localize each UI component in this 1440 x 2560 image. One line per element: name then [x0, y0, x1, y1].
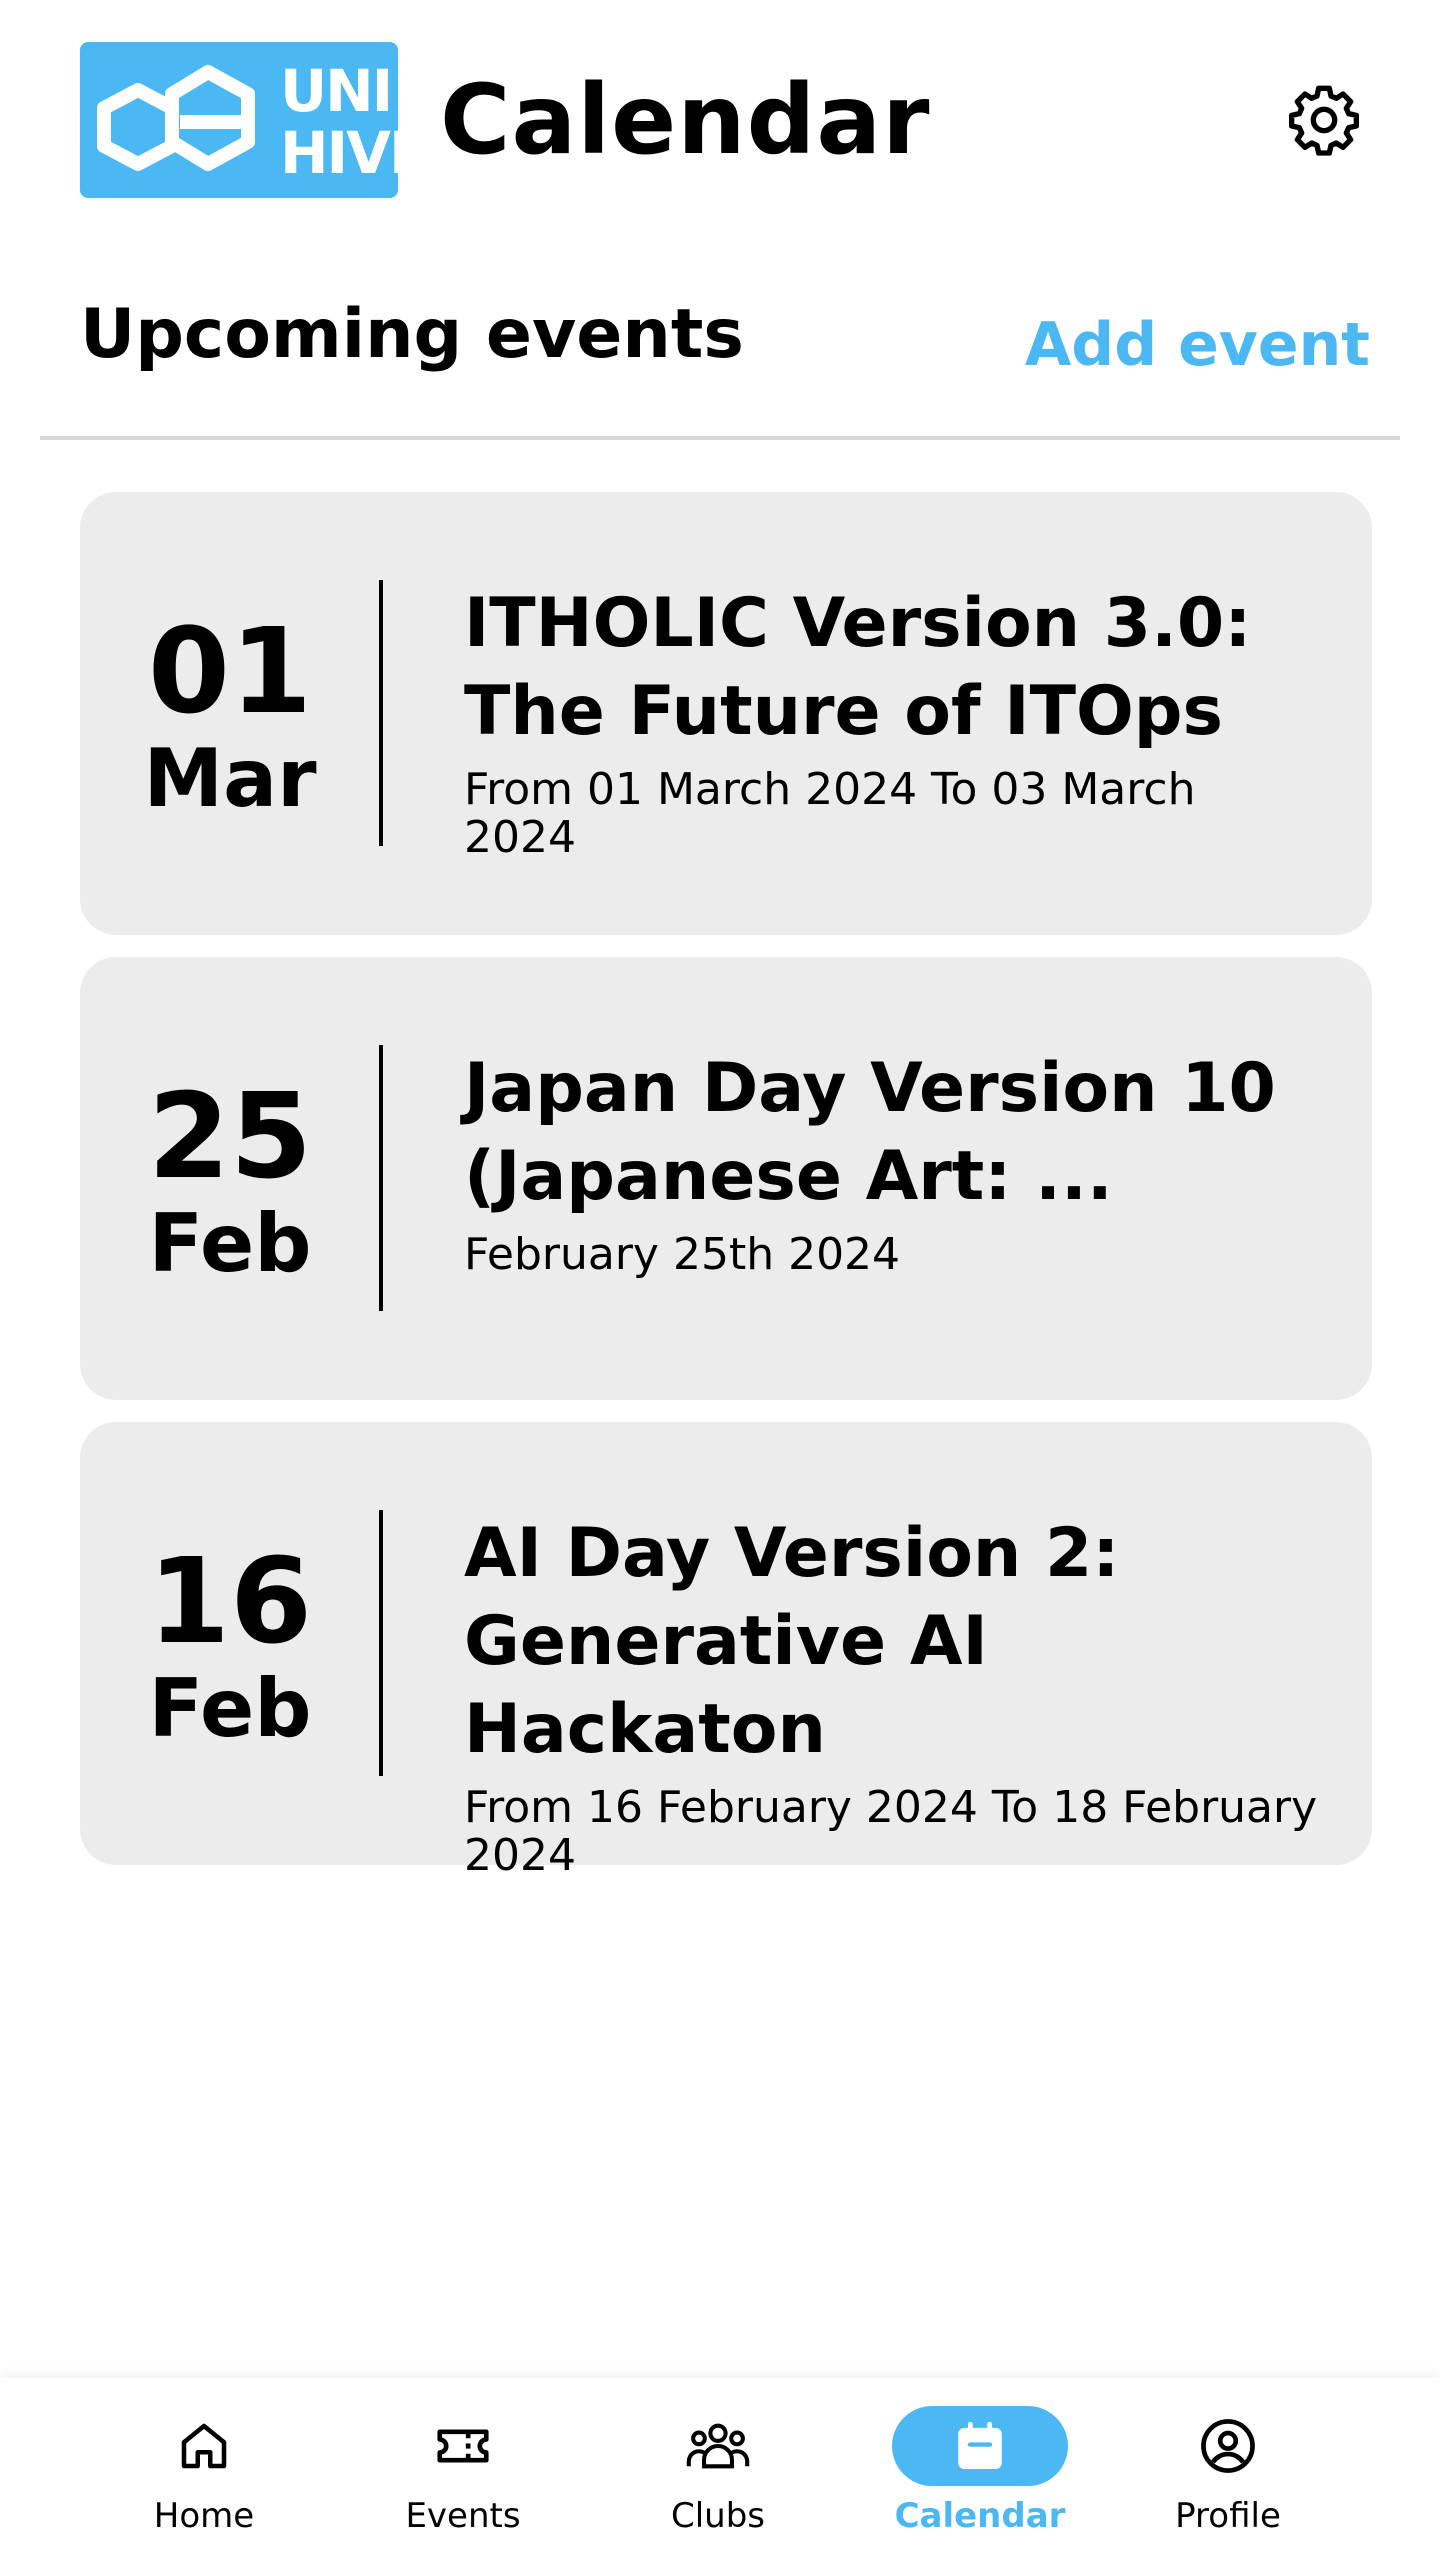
event-card[interactable]: 16 Feb AI Day Version 2: Generative AI H… — [80, 1422, 1372, 1880]
logo-text-line1: UNI — [280, 57, 393, 125]
calendar-page: UNI HIVE Calendar Upcoming events Add ev… — [0, 0, 1440, 2560]
nav-label-profile: Profile — [1175, 2496, 1281, 2536]
logo-text-line2: HIVE — [280, 119, 398, 187]
hexagon-logo-icon — [97, 65, 255, 171]
bottom-nav: Home Events Clubs Calendar Profile — [0, 2378, 1440, 2560]
event-card[interactable]: 01 Mar ITHOLIC Version 3.0: The Future o… — [80, 492, 1372, 935]
event-month: Feb — [148, 1196, 312, 1290]
profile-icon — [1201, 2419, 1255, 2473]
nav-item-clubs[interactable]: Clubs — [598, 2378, 838, 2560]
nav-icon-wrap — [375, 2406, 551, 2486]
nav-label-home: Home — [153, 2496, 255, 2536]
page-title: Calendar — [440, 64, 931, 176]
section-title: Upcoming events — [80, 295, 744, 374]
event-title: Japan Day Version 10 (Japanese Art: ... — [464, 1049, 1276, 1216]
nav-icon-wrap — [1140, 2406, 1316, 2486]
events-list: 01 Mar ITHOLIC Version 3.0: The Future o… — [80, 492, 1372, 1887]
event-day: 25 — [147, 1066, 313, 1205]
event-dates: February 25th 2024 — [464, 1229, 901, 1280]
settings-button[interactable] — [1282, 78, 1366, 162]
nav-item-profile[interactable]: Profile — [1108, 2378, 1348, 2560]
nav-icon-wrap — [630, 2406, 806, 2486]
unihive-logo[interactable]: UNI HIVE — [80, 42, 398, 198]
event-title: ITHOLIC Version 3.0: The Future of ITOps — [464, 584, 1252, 751]
home-icon — [181, 2423, 227, 2469]
nav-item-events[interactable]: Events — [343, 2378, 583, 2560]
calendar-icon — [958, 2421, 1002, 2469]
event-info: AI Day Version 2: Generative AI Hackaton… — [464, 1510, 1344, 1880]
nav-label-calendar: Calendar — [894, 2496, 1066, 2536]
logo-text: UNI HIVE — [280, 57, 398, 187]
event-separator — [379, 1510, 383, 1776]
nav-icon-wrap-active — [892, 2406, 1068, 2486]
event-month: Mar — [143, 731, 317, 825]
event-info: ITHOLIC Version 3.0: The Future of ITOps… — [464, 580, 1344, 862]
group-icon — [686, 2423, 750, 2469]
gear-icon — [1289, 85, 1359, 156]
event-date-block: 16 Feb — [80, 1422, 380, 1865]
event-separator — [379, 580, 383, 846]
nav-item-calendar[interactable]: Calendar — [860, 2378, 1100, 2560]
event-dates: From 16 February 2024 To 18 February 202… — [464, 1782, 1318, 1881]
nav-label-clubs: Clubs — [670, 2496, 766, 2536]
nav-icon-wrap — [116, 2406, 292, 2486]
event-info: Japan Day Version 10 (Japanese Art: ... … — [464, 1045, 1344, 1279]
add-event-button[interactable]: Add event — [1025, 300, 1370, 390]
divider — [40, 436, 1400, 440]
event-day: 16 — [147, 1531, 313, 1670]
event-separator — [379, 1045, 383, 1311]
event-dates: From 01 March 2024 To 03 March 2024 — [464, 764, 1196, 863]
nav-item-home[interactable]: Home — [84, 2378, 324, 2560]
event-day: 01 — [147, 601, 313, 740]
app-header: UNI HIVE Calendar — [0, 0, 1440, 245]
nav-label-events: Events — [405, 2496, 521, 2536]
event-card[interactable]: 25 Feb Japan Day Version 10 (Japanese Ar… — [80, 957, 1372, 1400]
event-month: Feb — [148, 1661, 312, 1755]
event-title: AI Day Version 2: Generative AI Hackaton — [464, 1514, 1120, 1769]
ticket-icon — [437, 2429, 489, 2463]
event-date-block: 01 Mar — [80, 492, 380, 935]
event-date-block: 25 Feb — [80, 957, 380, 1400]
